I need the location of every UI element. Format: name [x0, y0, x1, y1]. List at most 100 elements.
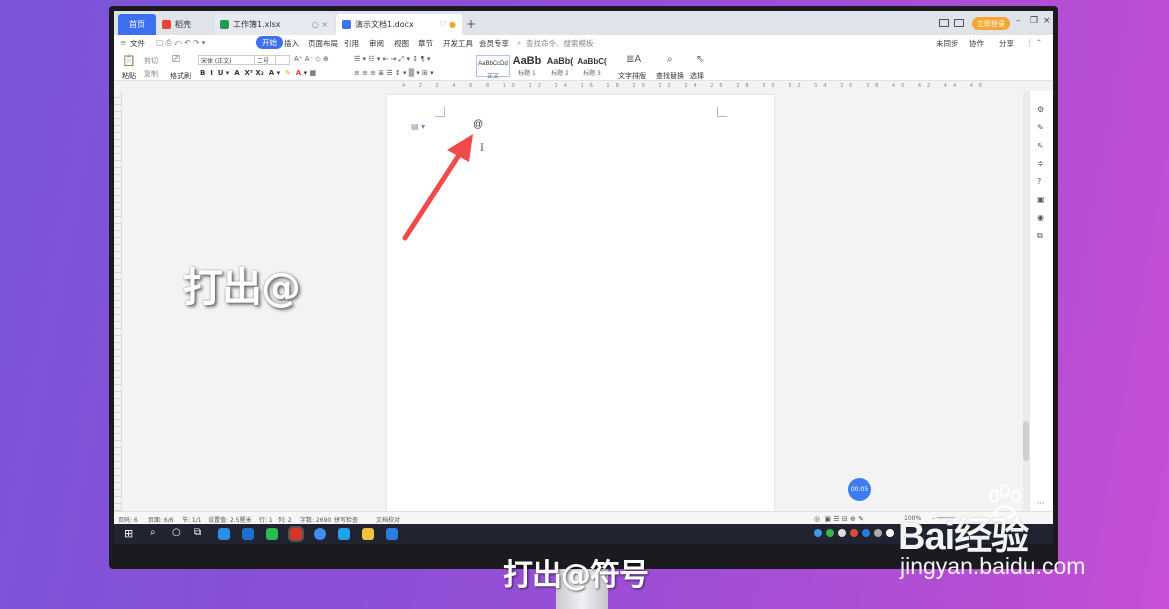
location-icon[interactable]: ◉ [1037, 213, 1046, 222]
menu-member[interactable]: 会员专享 [479, 38, 509, 49]
list-icons[interactable]: ☰ ▾ ☷ ▾ ⇤ ⇥ ⤢ ▾ ↕ ¶ ▾ [354, 55, 431, 64]
tab-home[interactable]: 首页 [118, 14, 156, 35]
tray-icon[interactable] [862, 529, 870, 537]
quick-access-icons[interactable]: ▢ ⎙ ⤺ ↶ ↷ ▾ [156, 38, 205, 48]
image-icon[interactable]: ▣ [1037, 195, 1046, 204]
style-heading-1-sample: AaBb [512, 55, 542, 67]
tab-document[interactable]: 演示文档1.docx ♡ ● [336, 14, 462, 35]
tray-icon[interactable] [814, 529, 822, 537]
find-replace-button[interactable]: 查找替换 [656, 71, 684, 81]
share-panel-icon[interactable]: ⧉ [1037, 231, 1046, 240]
pointer-icon[interactable]: ⇖ [1037, 141, 1046, 150]
wechat-icon[interactable] [266, 528, 278, 540]
sync-status[interactable]: 未同步 [936, 38, 959, 49]
menu-page-layout[interactable]: 页面布局 [308, 38, 338, 49]
menu-references[interactable]: 引用 [344, 38, 359, 49]
store-icon[interactable] [386, 528, 398, 540]
style-heading-2[interactable]: AaBb( 标题 2 [544, 55, 576, 77]
select-button[interactable]: 选择 [690, 71, 704, 81]
tray-icon[interactable] [838, 529, 846, 537]
proofread-button[interactable]: 文档校对 [376, 515, 400, 524]
font-size-select[interactable]: 二号 [254, 55, 290, 65]
menu-bar: ≡ 文件 ▢ ⎙ ⤺ ↶ ↷ ▾ 开始 插入 页面布局 引用 审阅 视图 章节 … [114, 35, 1053, 51]
help-icon[interactable]: ? [1037, 177, 1046, 186]
copy-button[interactable]: 复制 [144, 69, 158, 79]
margin-marker [717, 107, 727, 117]
minimize-icon[interactable]: – [1016, 16, 1021, 26]
tray-icon[interactable] [826, 529, 834, 537]
spell-check-button[interactable]: 拼写检查 [334, 515, 358, 524]
video-caption: 打出@符号 [503, 558, 649, 593]
pen-icon[interactable]: ✎ [1037, 123, 1046, 132]
wps-icon[interactable] [288, 526, 304, 542]
red-arrow-annotation [402, 134, 473, 241]
menu-developer[interactable]: 开发工具 [443, 38, 473, 49]
format-toolbar[interactable]: B I U ▾ A X² X₂ A ▾ ✎ A ▾ ▦ [200, 69, 316, 77]
tab-workbook[interactable]: 工作簿1.xlsx ○ × [214, 14, 334, 35]
menu-chapter[interactable]: 章节 [418, 38, 433, 49]
text-layout-button[interactable]: 文字排版 [618, 71, 646, 81]
menu-file[interactable]: 文件 [130, 38, 145, 49]
close-icon[interactable]: ♡ ● [439, 20, 456, 29]
close-icon[interactable]: ○ × [312, 20, 328, 29]
view-mode-icons[interactable]: ◎ ▣ ☰ ⊟ ⊕ ✎ [814, 515, 864, 523]
watermark-url: jingyan.baidu.com [900, 553, 1086, 579]
paste-icon[interactable]: 📋 [122, 54, 136, 67]
grid-icon[interactable] [954, 19, 964, 27]
sogou-icon[interactable] [314, 528, 326, 540]
right-tool-panel: ⚙ ✎ ⇖ ≑ ? ▣ ◉ ⧉ ··· [1029, 91, 1053, 511]
cut-button[interactable]: 剪切 [144, 56, 158, 66]
edge-dev-icon[interactable] [242, 528, 254, 540]
collaborate-button[interactable]: 协作 [969, 38, 984, 49]
file-explorer-icon[interactable] [362, 528, 374, 540]
more-icon[interactable]: ⋮ ⌃ [1026, 38, 1042, 47]
cortana-icon[interactable]: ○ [172, 527, 181, 538]
vertical-ruler[interactable] [114, 91, 122, 511]
text-layout-icon: ≣A [626, 54, 642, 65]
menu-insert[interactable]: 插入 [284, 38, 299, 49]
share-button[interactable]: 分享 [999, 38, 1014, 49]
windows-start-icon[interactable]: ⊞ [124, 527, 133, 540]
task-view-icon[interactable]: ⧉ [194, 527, 201, 538]
format-painter-button[interactable]: 格式刷 [170, 71, 191, 81]
align-icons[interactable]: ≡ ≡ ≡ ≣ ☰ ↕ ▾ ▒ ▾ ⊞ ▾ [354, 69, 434, 77]
status-col: 列: 2 [278, 517, 292, 524]
search-icon: ⌕ [517, 38, 522, 47]
restore-icon[interactable]: ❐ [1030, 16, 1038, 26]
style-icon[interactable]: ⚙ [1037, 105, 1046, 114]
style-heading-1[interactable]: AaBb 标题 1 [511, 55, 543, 77]
tray-icon[interactable] [874, 529, 882, 537]
settings-sliders-icon[interactable]: ≑ [1037, 159, 1046, 168]
close-window-icon[interactable]: × [1043, 16, 1051, 26]
horizontal-ruler[interactable]: 4 2 2 4 6 8 10 12 14 16 18 20 22 24 26 2… [114, 81, 1053, 91]
status-word-count: 字数: 2690 [300, 517, 332, 524]
style-normal[interactable]: AaBbCcDd 正文 [476, 55, 510, 80]
browser-icon[interactable] [338, 528, 350, 540]
tab-bar: 首页 稻壳 工作簿1.xlsx ○ × 演示文档1.docx ♡ ● + 立即登… [114, 11, 1053, 35]
overlay-instruction: 打出@ [183, 265, 301, 311]
font-size-value: 二号 [257, 57, 270, 65]
layout-icon[interactable] [939, 19, 949, 27]
command-search[interactable]: 查找命令、搜索模板 [526, 38, 594, 49]
hamburger-icon[interactable]: ≡ [120, 38, 126, 47]
font-grow-icons[interactable]: A⁺ A⁻ ◇ ⊕ [294, 55, 329, 63]
tab-home-label: 首页 [129, 20, 145, 29]
menu-view[interactable]: 视图 [394, 38, 409, 49]
tab-docer[interactable]: 稻壳 [156, 14, 214, 35]
menu-review[interactable]: 审阅 [369, 38, 384, 49]
paste-button[interactable]: 粘贴 [122, 71, 136, 81]
cursor-icon: ⇖ [696, 54, 705, 65]
ruler-ticks: 4 2 2 4 6 8 10 12 14 16 18 20 22 24 26 2… [402, 83, 989, 89]
search-icon[interactable]: ⌕ [150, 527, 156, 538]
tray-icon[interactable] [850, 529, 858, 537]
status-page: 页码: 6 [118, 517, 138, 524]
more-dots-icon[interactable]: ··· [1037, 499, 1046, 508]
new-tab-icon[interactable]: + [466, 17, 476, 31]
edge-icon[interactable] [218, 528, 230, 540]
font-name-value: 宋体 (正文) [201, 57, 232, 65]
tray-icon[interactable] [886, 529, 894, 537]
menu-home[interactable]: 开始 [256, 36, 283, 49]
style-heading-3[interactable]: AaBbC( 标题 3 [577, 55, 607, 77]
status-section: 节: 1/1 [182, 517, 202, 524]
login-button[interactable]: 立即登录 [972, 17, 1010, 30]
